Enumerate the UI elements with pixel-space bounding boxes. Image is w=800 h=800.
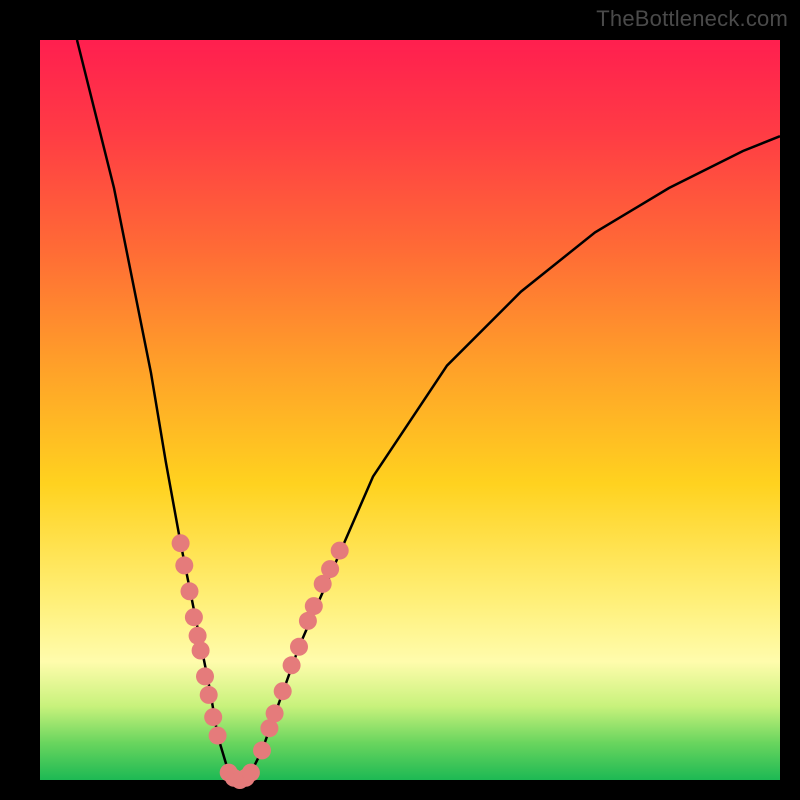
- marker-dot: [192, 642, 210, 660]
- marker-dot: [181, 582, 199, 600]
- plot-area: [40, 40, 780, 780]
- marker-dot: [172, 534, 190, 552]
- watermark-text: TheBottleneck.com: [596, 6, 788, 32]
- marker-dot: [305, 597, 323, 615]
- marker-dot: [266, 704, 284, 722]
- outer-frame: TheBottleneck.com: [0, 0, 800, 800]
- marker-dot: [196, 667, 214, 685]
- marker-dot: [274, 682, 292, 700]
- marker-dot: [189, 627, 207, 645]
- marker-dot: [283, 656, 301, 674]
- marker-dot: [321, 560, 339, 578]
- marker-dot: [209, 727, 227, 745]
- marker-dot: [331, 542, 349, 560]
- marker-dot: [204, 708, 222, 726]
- bottleneck-curve: [77, 40, 780, 780]
- marker-dot: [242, 764, 260, 782]
- marker-dot: [290, 638, 308, 656]
- marker-group: [172, 534, 349, 789]
- marker-dot: [200, 686, 218, 704]
- marker-dot: [253, 741, 271, 759]
- marker-dot: [185, 608, 203, 626]
- chart-svg: [40, 40, 780, 780]
- marker-dot: [175, 556, 193, 574]
